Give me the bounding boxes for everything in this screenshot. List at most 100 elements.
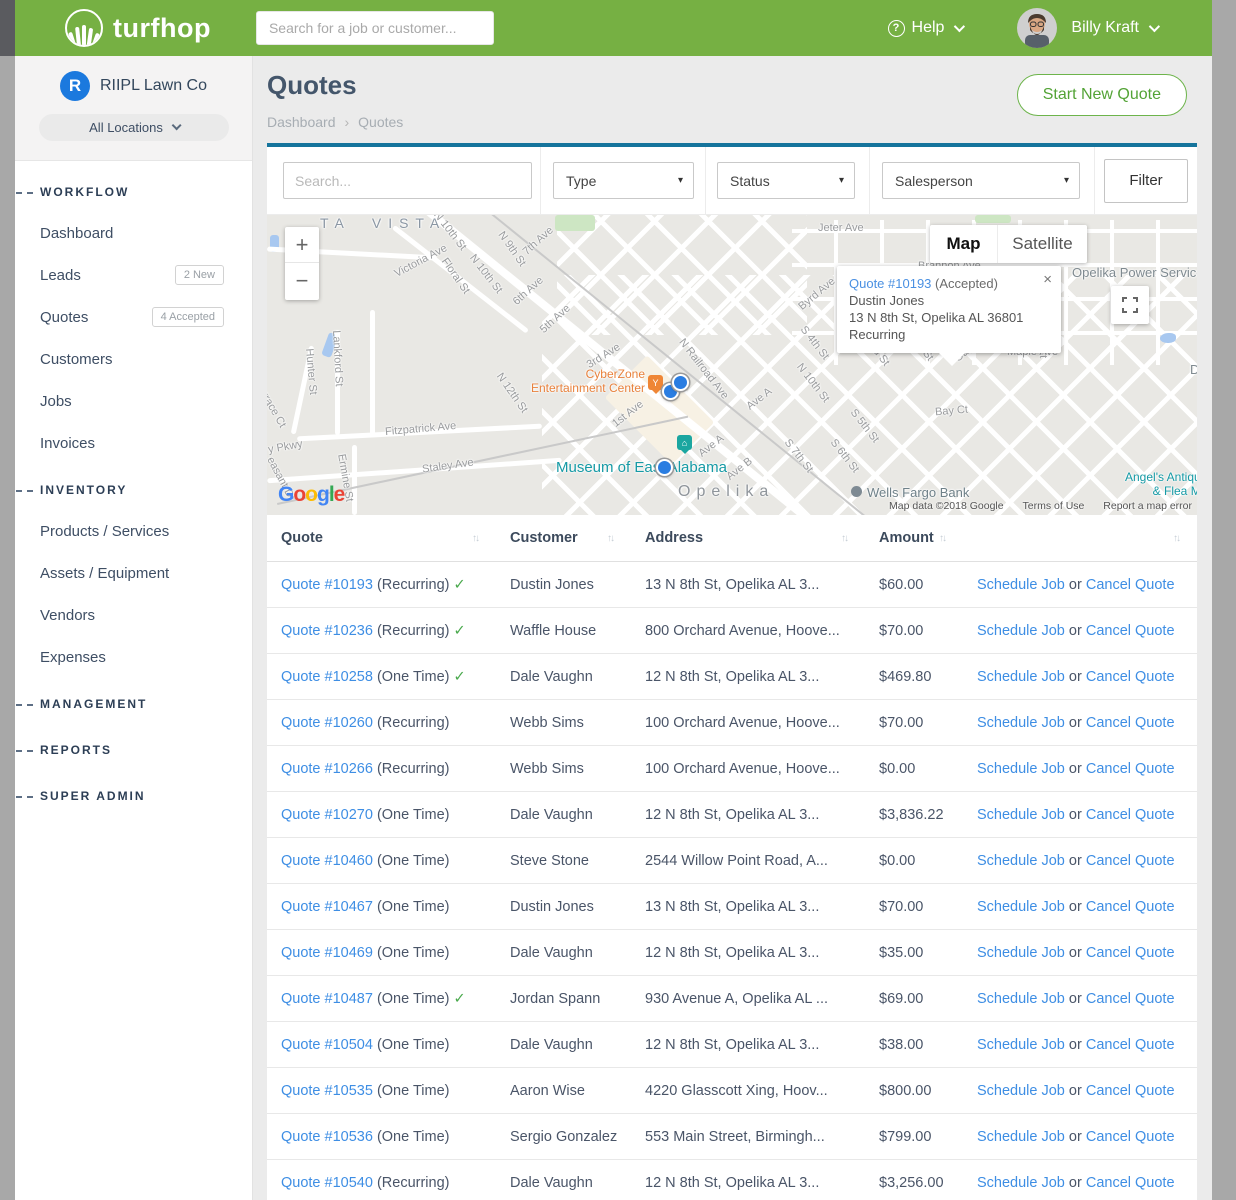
sort-icon[interactable]: ↑↓ xyxy=(472,533,478,544)
sidebar-item-dashboard[interactable]: Dashboard xyxy=(15,212,252,254)
column-header-amount[interactable]: Amount↑↓ xyxy=(865,515,963,561)
schedule-job-link[interactable]: Schedule Job xyxy=(977,1175,1065,1191)
fullscreen-button[interactable] xyxy=(1111,286,1149,324)
popup-close-icon[interactable]: × xyxy=(1043,273,1052,286)
user-name[interactable]: Billy Kraft xyxy=(1071,19,1139,37)
quote-link[interactable]: Quote #10535 xyxy=(281,1083,373,1099)
breadcrumb-quotes[interactable]: Quotes xyxy=(358,114,403,130)
sort-icon[interactable]: ↑↓ xyxy=(841,533,847,544)
cancel-quote-link[interactable]: Cancel Quote xyxy=(1086,1175,1175,1191)
app-logo[interactable]: turfhop xyxy=(65,9,211,47)
schedule-job-link[interactable]: Schedule Job xyxy=(977,577,1065,593)
terms-of-use-link[interactable]: Terms of Use xyxy=(1023,500,1085,512)
schedule-job-link[interactable]: Schedule Job xyxy=(977,669,1065,685)
schedule-job-link[interactable]: Schedule Job xyxy=(977,807,1065,823)
cancel-quote-link[interactable]: Cancel Quote xyxy=(1086,577,1175,593)
right-scrollbar[interactable] xyxy=(1212,0,1236,1200)
section-reports[interactable]: REPORTS xyxy=(15,730,252,770)
google-logo[interactable]: Google xyxy=(278,483,344,507)
sidebar-item-invoices[interactable]: Invoices xyxy=(15,422,252,464)
popup-quote-link[interactable]: Quote #10193 xyxy=(849,276,931,291)
sort-icon[interactable]: ↑↓ xyxy=(939,533,945,544)
breadcrumb-dashboard[interactable]: Dashboard xyxy=(267,114,336,130)
schedule-job-link[interactable]: Schedule Job xyxy=(977,761,1065,777)
section-super-admin[interactable]: SUPER ADMIN xyxy=(15,776,252,816)
schedule-job-link[interactable]: Schedule Job xyxy=(977,1083,1065,1099)
cancel-quote-link[interactable]: Cancel Quote xyxy=(1086,669,1175,685)
filter-button[interactable]: Filter xyxy=(1104,159,1188,203)
quote-link[interactable]: Quote #10266 xyxy=(281,761,373,777)
quote-link[interactable]: Quote #10460 xyxy=(281,853,373,869)
quote-link[interactable]: Quote #10469 xyxy=(281,945,373,961)
sidebar-item-products-services[interactable]: Products / Services xyxy=(15,510,252,552)
sidebar-item-assets-equipment[interactable]: Assets / Equipment xyxy=(15,552,252,594)
museum-poi-pin[interactable]: ⌂ xyxy=(677,435,692,450)
zoom-out-button[interactable]: − xyxy=(285,263,319,299)
schedule-job-link[interactable]: Schedule Job xyxy=(977,853,1065,869)
quote-link[interactable]: Quote #10504 xyxy=(281,1037,373,1053)
salesperson-select[interactable]: Salesperson▾ xyxy=(882,162,1080,199)
quote-link[interactable]: Quote #10236 xyxy=(281,623,373,639)
quote-link[interactable]: Quote #10540 xyxy=(281,1175,373,1191)
cancel-quote-link[interactable]: Cancel Quote xyxy=(1086,807,1175,823)
help-menu[interactable]: ? Help xyxy=(888,19,963,37)
user-chevron-down-icon[interactable] xyxy=(1149,21,1160,32)
quote-link[interactable]: Quote #10193 xyxy=(281,577,373,593)
schedule-job-link[interactable]: Schedule Job xyxy=(977,715,1065,731)
action-separator: or xyxy=(1069,945,1082,961)
sidebar-item-customers[interactable]: Customers xyxy=(15,338,252,380)
schedule-job-link[interactable]: Schedule Job xyxy=(977,1037,1065,1053)
schedule-job-link[interactable]: Schedule Job xyxy=(977,899,1065,915)
sort-icon[interactable]: ↑↓ xyxy=(607,533,613,544)
location-selector[interactable]: All Locations xyxy=(39,114,229,141)
map-view-button[interactable]: Map xyxy=(930,225,998,263)
column-header-address[interactable]: Address↑↓ xyxy=(631,515,865,561)
sort-icon[interactable]: ↑↓ xyxy=(1173,533,1179,544)
cancel-quote-link[interactable]: Cancel Quote xyxy=(1086,761,1175,777)
type-select[interactable]: Type▾ xyxy=(553,162,694,199)
column-header-quote[interactable]: Quote↑↓ xyxy=(267,515,496,561)
quote-link[interactable]: Quote #10487 xyxy=(281,991,373,1007)
section-management[interactable]: MANAGEMENT xyxy=(15,684,252,724)
quotes-search-input[interactable] xyxy=(283,162,532,199)
sidebar-item-expenses[interactable]: Expenses xyxy=(15,636,252,678)
schedule-job-link[interactable]: Schedule Job xyxy=(977,623,1065,639)
sidebar-item-vendors[interactable]: Vendors xyxy=(15,594,252,636)
user-avatar[interactable] xyxy=(1017,8,1057,48)
quote-link[interactable]: Quote #10260 xyxy=(281,715,373,731)
cancel-quote-link[interactable]: Cancel Quote xyxy=(1086,623,1175,639)
left-scrollbar[interactable] xyxy=(0,0,15,1200)
quote-link[interactable]: Quote #10270 xyxy=(281,807,373,823)
cancel-quote-link[interactable]: Cancel Quote xyxy=(1086,945,1175,961)
global-search-input[interactable] xyxy=(256,11,494,45)
cancel-quote-link[interactable]: Cancel Quote xyxy=(1086,853,1175,869)
quote-link[interactable]: Quote #10536 xyxy=(281,1129,373,1145)
sidebar-item-leads[interactable]: Leads2 New xyxy=(15,254,252,296)
google-map[interactable]: TA VISTA N 10th St N 10th St N 10th St V… xyxy=(267,215,1197,515)
left-scrollbar-thumb[interactable] xyxy=(0,0,15,56)
schedule-job-link[interactable]: Schedule Job xyxy=(977,945,1065,961)
quote-link[interactable]: Quote #10467 xyxy=(281,899,373,915)
report-map-error-link[interactable]: Report a map error xyxy=(1103,500,1192,512)
cancel-quote-link[interactable]: Cancel Quote xyxy=(1086,1129,1175,1145)
quote-marker-10193[interactable] xyxy=(672,374,689,391)
cancel-quote-link[interactable]: Cancel Quote xyxy=(1086,991,1175,1007)
status-select[interactable]: Status▾ xyxy=(717,162,855,199)
sidebar-item-quotes[interactable]: Quotes4 Accepted xyxy=(15,296,252,338)
amount-cell: $0.00 xyxy=(865,853,963,869)
schedule-job-link[interactable]: Schedule Job xyxy=(977,991,1065,1007)
quote-link[interactable]: Quote #10258 xyxy=(281,669,373,685)
cancel-quote-link[interactable]: Cancel Quote xyxy=(1086,715,1175,731)
cancel-quote-link[interactable]: Cancel Quote xyxy=(1086,1083,1175,1099)
sidebar-item-jobs[interactable]: Jobs xyxy=(15,380,252,422)
quote-marker[interactable] xyxy=(656,459,673,476)
cancel-quote-link[interactable]: Cancel Quote xyxy=(1086,899,1175,915)
satellite-view-button[interactable]: Satellite xyxy=(998,225,1087,263)
schedule-job-link[interactable]: Schedule Job xyxy=(977,1129,1065,1145)
start-new-quote-button[interactable]: Start New Quote xyxy=(1017,74,1187,116)
column-header-customer[interactable]: Customer↑↓ xyxy=(496,515,631,561)
zoom-in-button[interactable]: + xyxy=(285,227,319,263)
cancel-quote-link[interactable]: Cancel Quote xyxy=(1086,1037,1175,1053)
restaurant-poi-pin[interactable]: Y xyxy=(648,375,663,390)
column-header-actions[interactable]: ↑↓ xyxy=(963,515,1197,561)
